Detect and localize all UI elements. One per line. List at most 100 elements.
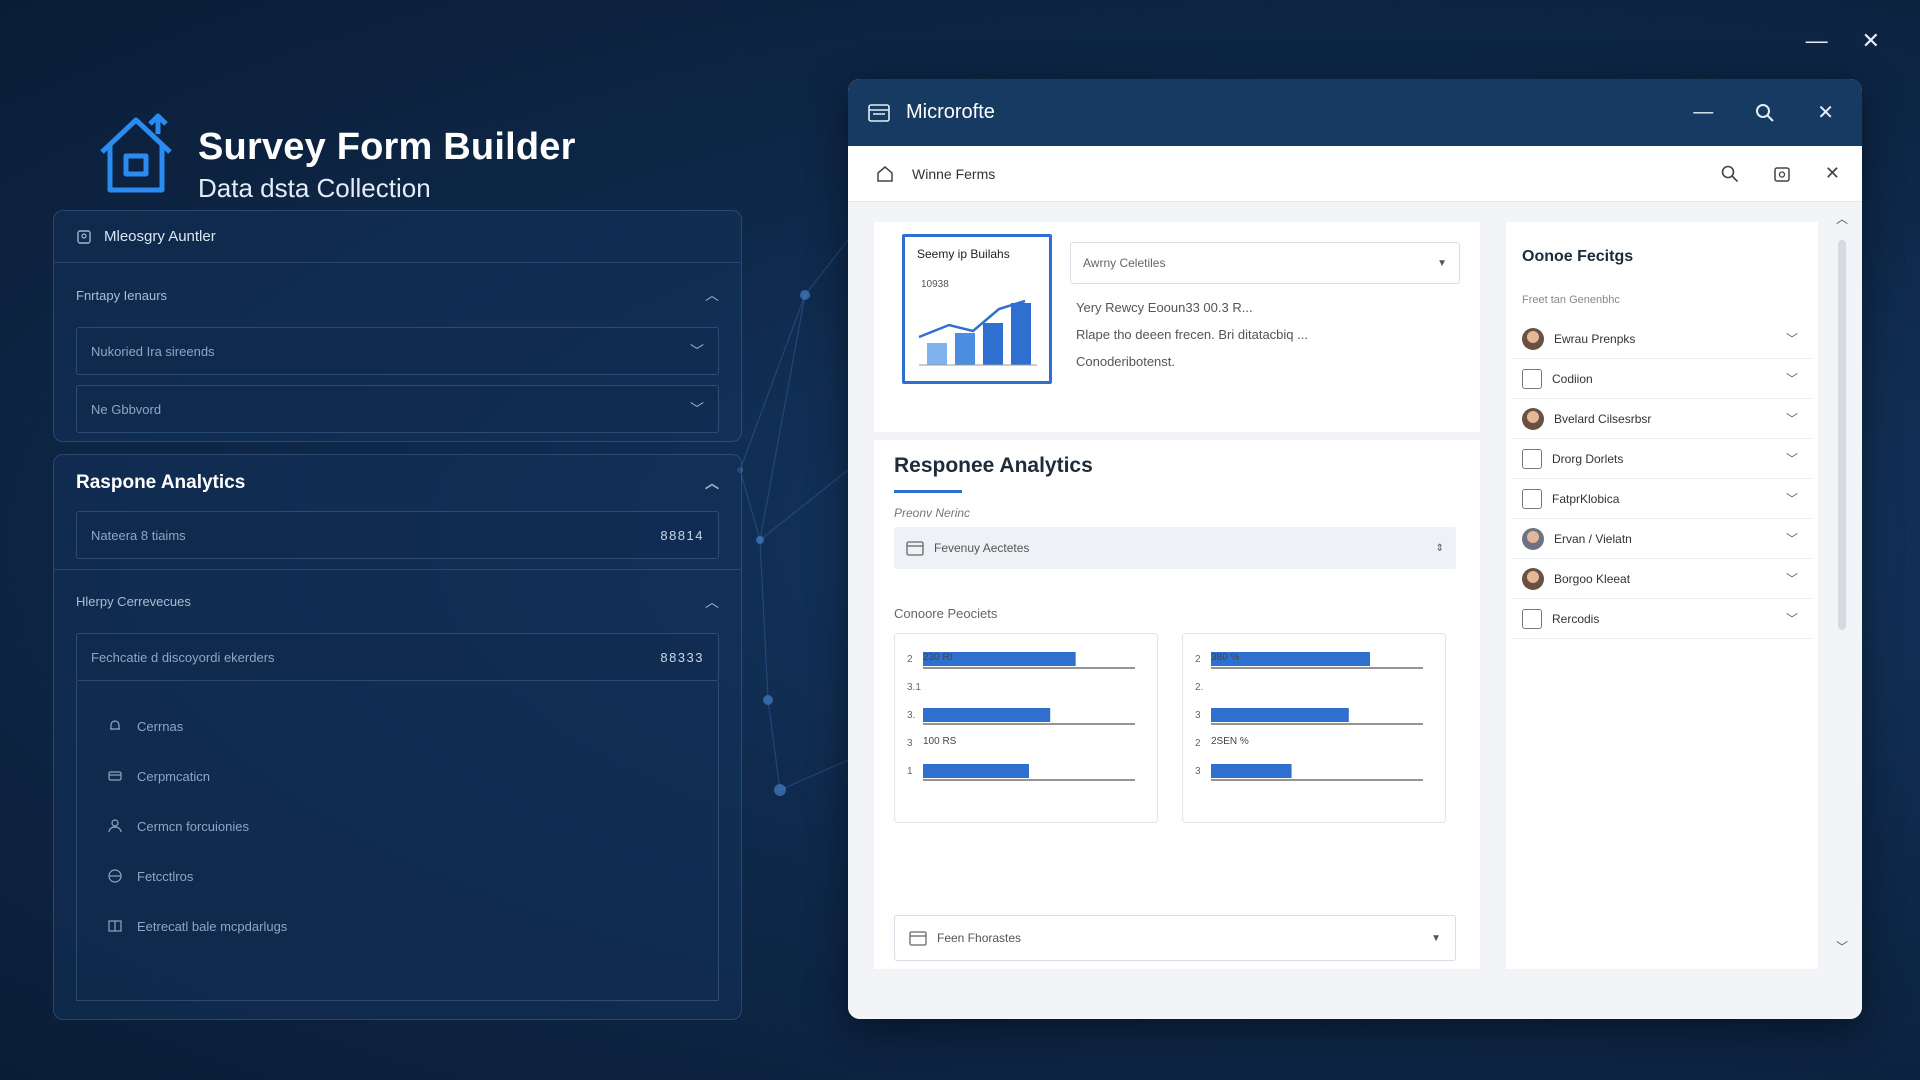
side-item[interactable]: Ewrau Prenpks ﹀ [1512, 319, 1812, 359]
scroll-down-icon[interactable]: ﹀ [1834, 938, 1850, 955]
toolbar-label[interactable]: Winne Ferms [912, 166, 995, 182]
chevron-down-icon: ﹀ [1785, 452, 1798, 466]
chevron-down-icon: ﹀ [1785, 612, 1798, 626]
metric-value: 88333 [660, 649, 704, 665]
side-item-label: FatprKlobica [1552, 491, 1620, 506]
window-content: Seemy ip Builahs 10938 Awrny Celetiles ▼ [848, 202, 1862, 1019]
person-avatar-icon [1522, 407, 1544, 430]
response-analytics-header[interactable]: Raspone Analytics ︿ [54, 455, 741, 511]
metric-field[interactable]: Nateera 8 tiaims 88814 [76, 511, 719, 559]
bottom-select[interactable]: Feen Fhorastes ▼ [894, 915, 1456, 961]
dropdown-field-2[interactable]: Ne Gbbvord ﹀ [76, 385, 719, 433]
chevron-updown-icon: ⇕ [1435, 542, 1444, 554]
chevron-down-icon: ﹀ [690, 343, 704, 359]
thumbnail-value: 10938 [921, 279, 949, 290]
section-toggle-features[interactable]: Fnrtapy Ienaurs ︿ [54, 263, 741, 327]
desktop-close-icon[interactable]: ✕ [1862, 30, 1880, 52]
main-content: Seemy ip Builahs 10938 Awrny Celetiles ▼ [874, 222, 1480, 969]
builder-panel-title: Mleosgry Auntler [104, 228, 216, 245]
tick-label: 2 [907, 654, 913, 665]
chevron-down-icon: ﹀ [1785, 492, 1798, 506]
chevron-down-icon: ﹀ [1785, 572, 1798, 586]
chevron-up-icon: ︿ [705, 287, 719, 303]
desktop-minimize-icon[interactable]: — [1806, 30, 1828, 52]
builder-panel: Mleosgry Auntler Fnrtapy Ienaurs ︿ Nukor… [53, 210, 742, 442]
person-avatar-icon [1522, 327, 1544, 350]
list-item[interactable]: Fetcctlros [77, 851, 718, 901]
list-item[interactable]: Cerpmcaticn [77, 751, 718, 801]
list-item-label: Cerrnas [137, 718, 184, 734]
tick-label: 3 [1195, 710, 1201, 721]
dropdown-field-1[interactable]: Nukoried Ira sireends ﹀ [76, 327, 719, 375]
person-outline-icon [1522, 368, 1542, 389]
user-icon [108, 819, 122, 833]
search-icon[interactable] [1721, 165, 1739, 183]
filter-select[interactable]: Fevenuy Aectetes ⇕ [894, 527, 1456, 569]
preview-label: Preonv Nerinc [894, 506, 971, 520]
list-item[interactable]: Cerrnas [77, 701, 718, 751]
section-label: Fnrtapy Ienaurs [76, 287, 168, 303]
bar [923, 708, 1051, 722]
side-item-label: Borgoo Kleeat [1554, 571, 1631, 586]
side-list: Ewrau Prenpks ﹀ Codiion ﹀ Bvelard Cilsesrb… [1512, 319, 1812, 639]
mini-bar-chart-2: 2 2. 3 2 3 380 % 2SEN % [1182, 633, 1446, 823]
person-avatar-icon [1522, 567, 1544, 590]
search-icon[interactable] [1755, 103, 1775, 123]
side-item-label: Ewrau Prenpks [1554, 331, 1636, 346]
side-item[interactable]: Codiion ﹀ [1512, 359, 1812, 399]
close-icon[interactable]: ✕ [1825, 163, 1840, 184]
side-panel-title: Oonoe Fecitgs [1522, 248, 1634, 265]
chevron-down-icon: ﹀ [1785, 412, 1798, 426]
side-item[interactable]: Rercodis ﹀ [1512, 599, 1812, 639]
description-line: Conoderibotenst. [1076, 354, 1176, 369]
metric-label: Nateera 8 tiaims [91, 527, 186, 543]
bell-icon [110, 720, 120, 730]
side-panel: Oonoe Fecitgs Freet tan Genenbhc Ewrau P… [1506, 222, 1818, 969]
side-item-label: Ervan / Vielatn [1554, 531, 1632, 546]
side-item[interactable]: Borgoo Kleeat ﹀ [1512, 559, 1812, 599]
list-item[interactable]: Cermcn forcuionies [77, 801, 718, 851]
metric-value: 88814 [660, 527, 704, 543]
document-icon [1522, 448, 1542, 469]
side-item-label: Rercodis [1552, 611, 1600, 626]
list-item-label: Cermcn forcuionies [137, 818, 249, 834]
folder-icon [909, 931, 927, 946]
thumbnail-title: Seemy ip Builahs [917, 247, 1010, 261]
side-item[interactable]: FatprKlobica ﹀ [1512, 479, 1812, 519]
window-title-bar: Microrofte — ✕ [848, 79, 1862, 146]
section-title: Responee Analytics [894, 454, 1093, 477]
minimize-icon[interactable]: — [1693, 101, 1713, 124]
builder-panel-header[interactable]: Mleosgry Auntler [54, 211, 741, 263]
tick-label: 3.1 [907, 682, 921, 693]
scroll-up-icon[interactable]: ︿ [1834, 210, 1850, 227]
section-toggle-cerrevecues[interactable]: Hlerpy Cerrevecues ︿ [54, 569, 741, 633]
chevron-down-icon: ﹀ [1785, 372, 1798, 386]
list-item-label: Fetcctlros [137, 868, 194, 884]
category-select[interactable]: Awrny Celetiles ▼ [1070, 242, 1460, 284]
window-title: Microrofte [906, 101, 995, 123]
side-panel-subtitle: Freet tan Genenbhc [1522, 294, 1620, 306]
chevron-down-icon: ▼ [1431, 932, 1441, 944]
metric-field-2[interactable]: Fechcatie d discoyordi ekerders 88333 [76, 633, 719, 681]
side-item[interactable]: Bvelard Cilsesrbsr ﹀ [1512, 399, 1812, 439]
section-underline [894, 490, 962, 493]
share-icon[interactable] [1773, 165, 1791, 183]
bottom-select-value: Feen Fhorastes [937, 931, 1022, 945]
tag-icon [1522, 488, 1542, 509]
list-item-label: Eetrecatl bale mcpdarlugs [137, 918, 288, 934]
panel-title: Raspone Analytics [76, 472, 246, 493]
scrollbar[interactable]: ︿ ﹀ [1834, 210, 1850, 955]
close-icon[interactable]: ✕ [1817, 100, 1834, 125]
side-item[interactable]: Drorg Dorlets ﹀ [1512, 439, 1812, 479]
side-item[interactable]: Ervan / Vielatn ﹀ [1512, 519, 1812, 559]
scroll-thumb[interactable] [1838, 240, 1846, 630]
survey-thumbnail[interactable]: Seemy ip Builahs 10938 [902, 234, 1052, 384]
chevron-down-icon: ﹀ [1785, 332, 1798, 346]
tick-label: 3 [1195, 766, 1201, 777]
survey-card: Seemy ip Builahs 10938 Awrny Celetiles ▼ [874, 222, 1480, 440]
tick-label: 3. [907, 710, 915, 721]
options-list: Cerrnas Cerpmcaticn Cermcn forcuionies F… [76, 681, 719, 1001]
home-icon[interactable] [876, 165, 894, 183]
mini-bar-chart-1: 2 3.1 3. 3 1 230 RI 100 RS [894, 633, 1158, 823]
list-item[interactable]: Eetrecatl bale mcpdarlugs [77, 901, 718, 951]
